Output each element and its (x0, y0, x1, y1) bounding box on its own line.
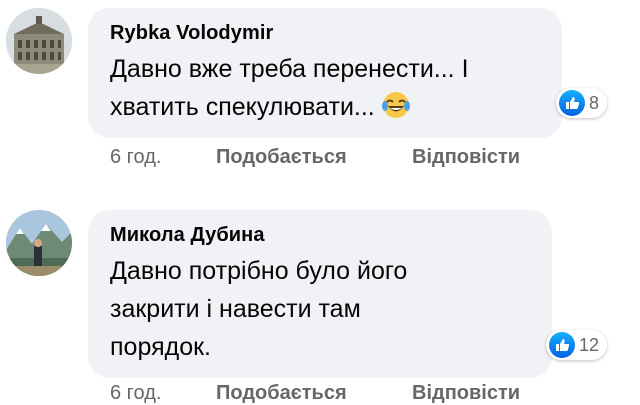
like-reaction-icon (549, 332, 575, 358)
comment-text: Давно потрібно було його закрити і навес… (110, 252, 528, 366)
comment-2: Микола Дубина Давно потрібно було його з… (0, 0, 640, 404)
comment-text-line: закрити і навести там (110, 295, 361, 323)
reaction-count: 12 (579, 334, 600, 355)
comment-bubble: Микола Дубина Давно потрібно було його з… (88, 210, 552, 378)
comment-text-line: порядок. (110, 333, 211, 361)
avatar[interactable] (6, 210, 72, 276)
person-mountains-avatar-image (6, 210, 72, 276)
comment-author[interactable]: Микола Дубина (110, 222, 528, 248)
comment-text-line: Давно потрібно було його (110, 257, 408, 285)
reaction-summary[interactable]: 12 (546, 330, 608, 360)
